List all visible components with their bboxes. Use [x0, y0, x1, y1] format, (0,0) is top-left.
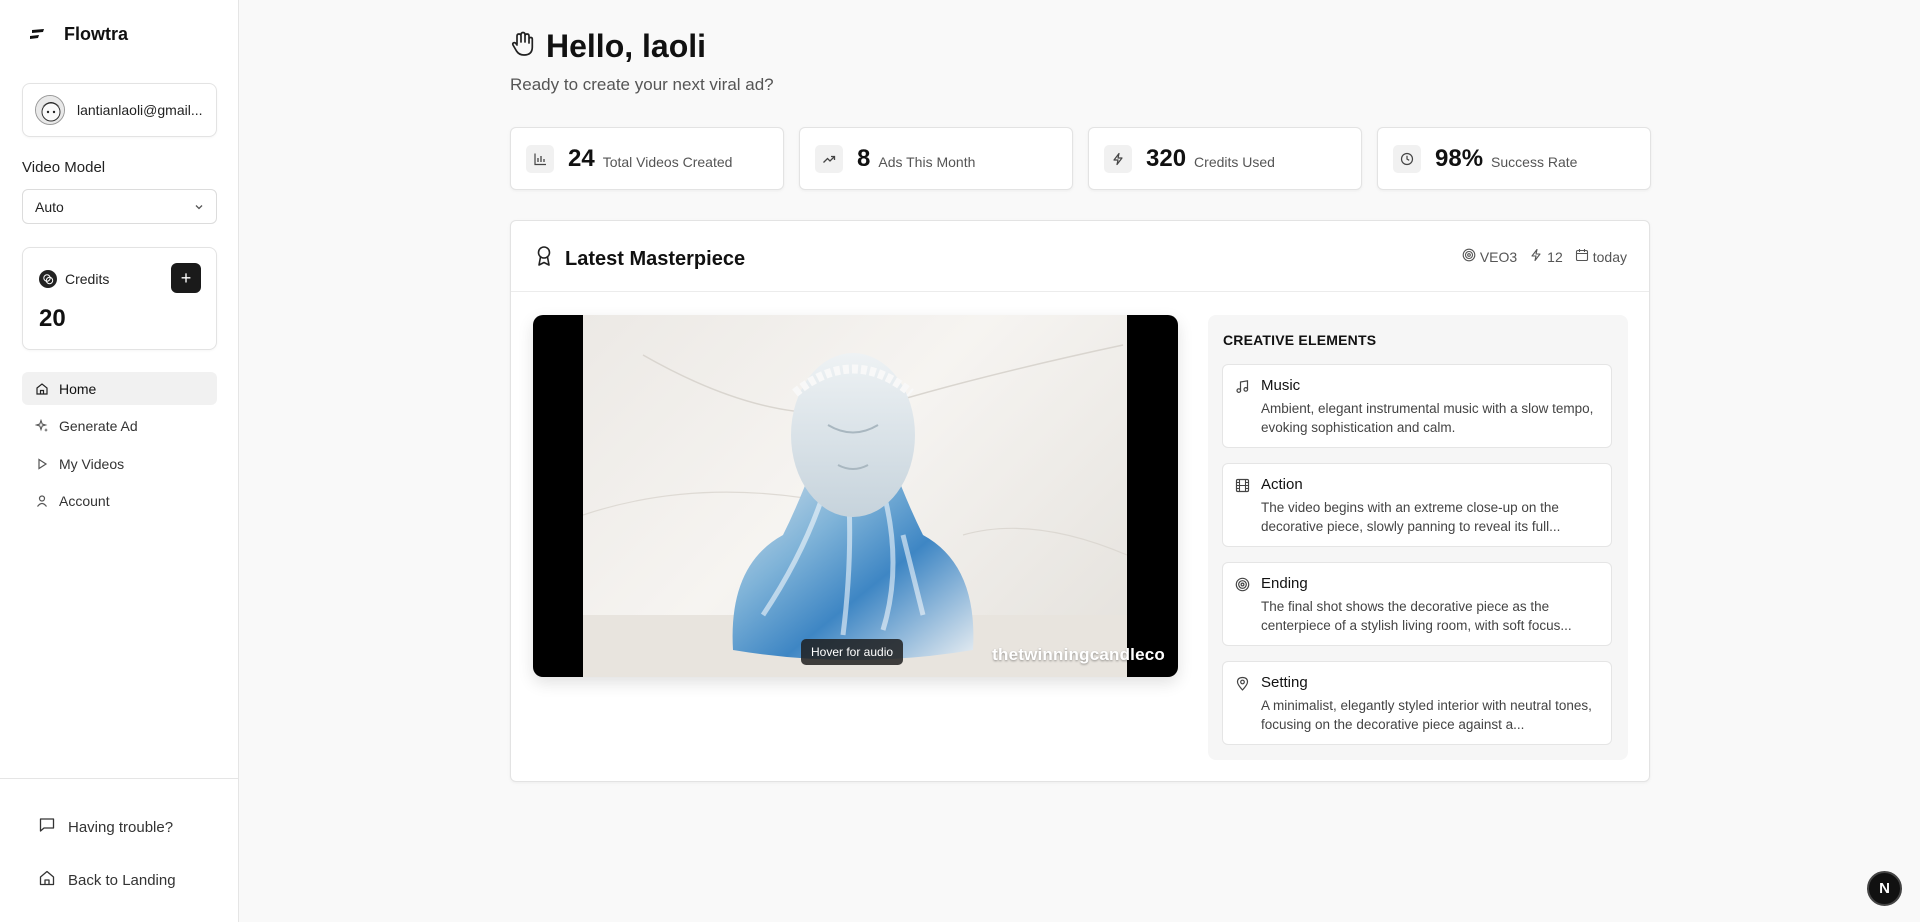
creative-element-action: Action The video begins with an extreme … [1222, 463, 1612, 547]
video-watermark: thetwinningcandleco [992, 645, 1165, 664]
sidebar-item-label: Generate Ad [59, 418, 138, 434]
creative-element-music: Music Ambient, elegant instrumental musi… [1222, 364, 1612, 448]
stat-card-success-rate: 98% Success Rate [1377, 127, 1651, 190]
brand-name: Flowtra [64, 24, 129, 44]
chevron-down-icon [194, 199, 204, 215]
target-icon [1235, 577, 1250, 592]
sidebar-nav: Home Generate Ad My Videos Account [22, 372, 217, 522]
video-model-value: Auto [35, 198, 64, 215]
sparkles-icon [34, 419, 49, 434]
meta-credits-value: 12 [1547, 248, 1563, 265]
video-model-label: Video Model [22, 159, 106, 176]
video-player[interactable]: Hover for audio thetwinningcandleco [533, 315, 1178, 677]
account-email: lantianlaoli@gmail... [77, 102, 203, 118]
video-model-select[interactable]: Auto [22, 189, 217, 224]
creative-element-setting: Setting A minimalist, elegantly styled i… [1222, 661, 1612, 745]
meta-date: today [1575, 248, 1627, 265]
meta-model-value: VEO3 [1479, 248, 1518, 265]
page-subtitle: Ready to create your next viral ad? [510, 75, 774, 94]
flowtra-logo-icon [28, 25, 50, 45]
brand[interactable]: Flowtra [28, 24, 128, 45]
music-icon [1235, 379, 1250, 394]
sidebar-item-label: Home [59, 380, 97, 397]
sidebar-footer: Having trouble? Back to Landing [0, 778, 239, 922]
creative-elements: CREATIVE ELEMENTS Music Ambient, elegant… [1208, 315, 1628, 760]
page-title: Hello, laoli [546, 28, 707, 64]
stat-card-ads-this-month: 8 Ads This Month [799, 127, 1073, 190]
credits-value: 20 [39, 305, 66, 332]
video-thumbnail [583, 315, 1127, 677]
sidebar-item-account[interactable]: Account [22, 485, 217, 518]
credits-card: Credits + 20 [22, 247, 217, 350]
trending-up-icon [815, 144, 843, 173]
award-icon [535, 245, 553, 273]
having-trouble-link[interactable]: Having trouble? [38, 816, 173, 838]
creative-element-desc: Ambient, elegant instrumental music with… [1261, 401, 1594, 435]
panel-header: Latest Masterpiece VEO3 12 today [511, 221, 1649, 292]
panel-title: Latest Masterpiece [535, 245, 745, 273]
zap-icon [1104, 144, 1132, 173]
message-square-icon [38, 816, 56, 838]
home-icon [38, 869, 56, 891]
creative-element-title: Action [1261, 476, 1303, 493]
map-pin-icon [1235, 676, 1250, 691]
target-icon [1462, 248, 1476, 265]
home-icon [34, 381, 49, 396]
masterpiece-meta: VEO3 12 today [1462, 248, 1627, 265]
having-trouble-label: Having trouble? [68, 818, 174, 836]
add-credits-button[interactable]: + [171, 263, 201, 293]
calendar-icon [1575, 248, 1589, 265]
back-to-landing-label: Back to Landing [68, 871, 176, 889]
stat-card-credits-used: 320 Credits Used [1088, 127, 1362, 190]
meta-credits: 12 [1529, 248, 1563, 265]
meta-model: VEO3 [1462, 248, 1517, 265]
avatar [35, 95, 65, 125]
creative-elements-title: CREATIVE ELEMENTS [1223, 332, 1377, 348]
creative-element-desc: A minimalist, elegantly styled interior … [1261, 698, 1592, 732]
creative-element-title: Music [1261, 377, 1301, 394]
sidebar-item-generate-ad[interactable]: Generate Ad [22, 410, 217, 443]
creative-element-desc: The final shot shows the decorative piec… [1261, 599, 1572, 633]
stat-value: 320 [1146, 144, 1187, 172]
panel-title-text: Latest Masterpiece [565, 247, 746, 270]
bar-chart-icon [526, 144, 554, 173]
creative-element-title: Ending [1261, 575, 1308, 592]
sidebar-item-my-videos[interactable]: My Videos [22, 447, 217, 480]
credits-header: Credits [39, 270, 109, 288]
user-icon [34, 494, 49, 509]
greeting: Hello, laoli [510, 28, 706, 65]
stat-value: 98% [1435, 144, 1484, 172]
creative-element-desc: The video begins with an extreme close-u… [1261, 500, 1561, 534]
clock-icon [1393, 144, 1421, 173]
latest-masterpiece-panel: Latest Masterpiece VEO3 12 today Hover f… [510, 220, 1650, 782]
stat-value: 24 [568, 144, 595, 172]
stat-label: Success Rate [1491, 153, 1578, 170]
meta-date-value: today [1592, 248, 1627, 265]
creative-element-ending: Ending The final shot shows the decorati… [1222, 562, 1612, 646]
stat-label: Credits Used [1194, 153, 1275, 170]
coins-icon [39, 270, 57, 288]
floating-action-button[interactable]: N [1867, 871, 1902, 906]
stat-value: 8 [857, 144, 871, 172]
zap-icon [1529, 248, 1543, 265]
stat-card-total-videos: 24 Total Videos Created [510, 127, 784, 190]
credits-label: Credits [65, 271, 110, 287]
sidebar-item-label: My Videos [59, 455, 125, 472]
hand-wave-icon [510, 30, 536, 63]
stat-label: Total Videos Created [602, 153, 733, 170]
stat-label: Ads This Month [878, 153, 976, 170]
sidebar-item-label: Account [59, 493, 110, 509]
creative-element-title: Setting [1261, 674, 1308, 691]
sidebar-item-home[interactable]: Home [22, 372, 217, 405]
back-to-landing-link[interactable]: Back to Landing [38, 869, 176, 891]
hover-for-audio-chip: Hover for audio [801, 639, 904, 665]
film-icon [1235, 478, 1250, 493]
sidebar: Flowtra lantianlaoli@gmail... Video Mode… [0, 0, 239, 922]
play-icon [34, 456, 49, 471]
account-card[interactable]: lantianlaoli@gmail... [22, 83, 217, 137]
